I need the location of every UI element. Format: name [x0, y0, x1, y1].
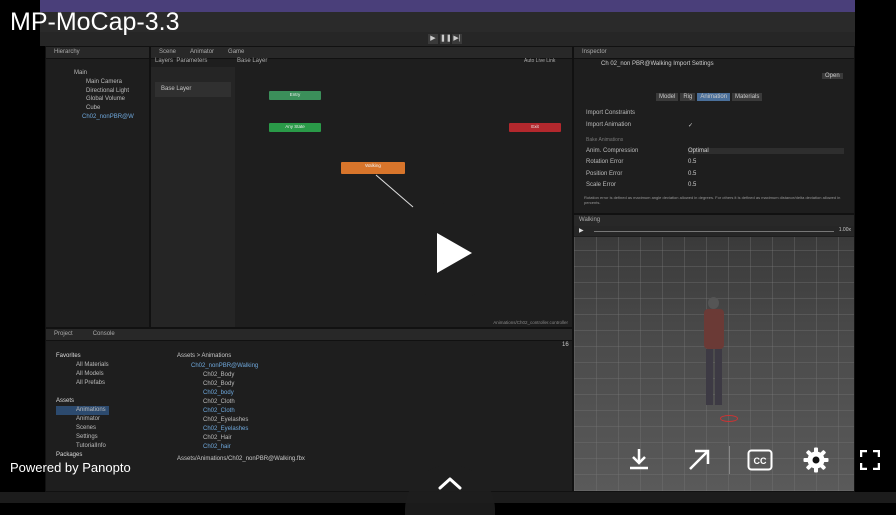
- assets-item[interactable]: Settings: [56, 433, 109, 442]
- scale-error-field[interactable]: 0.5: [688, 182, 696, 188]
- inspector-title: Ch 02_non PBR@Walking Import Settings: [601, 61, 714, 67]
- file-item[interactable]: Ch02_Eyelashes: [191, 425, 258, 434]
- hierarchy-item[interactable]: Global Volume: [74, 95, 134, 104]
- favorites-item[interactable]: All Prefabs: [56, 379, 109, 388]
- assets-item[interactable]: Animator: [56, 415, 109, 424]
- play-mode-button[interactable]: ▶: [428, 34, 438, 44]
- hierarchy-item[interactable]: Main: [74, 69, 134, 78]
- svg-text:CC: CC: [754, 456, 767, 466]
- animator-panel: Scene Animator Game Layers Parameters Ba…: [150, 46, 573, 328]
- file-item[interactable]: Ch02_Body: [191, 371, 258, 380]
- hierarchy-item[interactable]: Cube: [74, 104, 134, 113]
- hierarchy-item[interactable]: Ch02_nonPBR@W: [74, 113, 134, 122]
- section-label: Bake Animations: [586, 137, 624, 143]
- download-button[interactable]: [627, 447, 651, 471]
- fullscreen-icon: [859, 449, 881, 471]
- packages-header[interactable]: Packages: [56, 451, 109, 460]
- file-item[interactable]: Ch02_nonPBR@Walking: [191, 362, 258, 371]
- assets-item[interactable]: TutorialInfo: [56, 442, 109, 451]
- transition-arrow: [375, 174, 414, 208]
- settings-button[interactable]: [802, 446, 830, 474]
- origin-marker: [720, 415, 738, 422]
- divider: [729, 446, 730, 474]
- file-item[interactable]: Ch02_Cloth: [191, 398, 258, 407]
- file-item[interactable]: Ch02_Cloth: [191, 407, 258, 416]
- favorites-header[interactable]: Favorites: [56, 352, 109, 361]
- download-icon: [630, 449, 648, 470]
- step-mode-button[interactable]: ▶|: [452, 34, 462, 44]
- play-icon: [437, 233, 472, 273]
- assets-item[interactable]: Scenes: [56, 424, 109, 433]
- tab-model[interactable]: Model: [656, 93, 679, 101]
- video-title: MP-MoCap-3.3: [10, 8, 180, 36]
- row-label: Scale Error: [586, 182, 617, 188]
- pause-mode-button[interactable]: ❚❚: [440, 34, 452, 44]
- help-note: Rotation error is defined as maximum ang…: [584, 195, 841, 205]
- file-item[interactable]: Ch02_hair: [191, 443, 258, 452]
- share-button[interactable]: [686, 447, 712, 473]
- open-button[interactable]: Open: [822, 73, 843, 79]
- hierarchy-tab[interactable]: Hierarchy: [46, 47, 149, 59]
- row-label: Import Animation: [586, 122, 632, 128]
- inspector-panel: Inspector Ch 02_non PBR@Walking Import S…: [573, 46, 855, 214]
- assets-header[interactable]: Assets: [56, 397, 109, 406]
- row-label: Rotation Error: [586, 159, 624, 165]
- row-label: Position Error: [586, 171, 623, 177]
- rotation-error-field[interactable]: 0.5: [688, 159, 696, 165]
- row-label: Anim. Compression: [586, 148, 639, 154]
- fullscreen-button[interactable]: [859, 449, 881, 471]
- hierarchy-panel: Hierarchy Main Main Camera Directional L…: [45, 46, 150, 328]
- preview-play-button[interactable]: ▶: [579, 227, 584, 234]
- project-footer-path: Assets/Animations/Ch02_nonPBR@Walking.fb…: [177, 456, 305, 462]
- preview-speed: 1.00x: [838, 227, 851, 233]
- file-item[interactable]: Ch02_body: [191, 389, 258, 398]
- project-breadcrumb: Assets > Animations: [177, 353, 232, 359]
- captions-icon: CC: [747, 449, 773, 471]
- file-item[interactable]: Ch02_Body: [191, 380, 258, 389]
- hierarchy-item[interactable]: Main Camera: [74, 78, 134, 87]
- play-button[interactable]: [401, 203, 499, 301]
- controller-path: Animations/Ch02_controller.controller: [493, 320, 568, 325]
- character-model: [700, 297, 728, 427]
- file-item[interactable]: Ch02_Eyelashes: [191, 416, 258, 425]
- file-item[interactable]: Ch02_Hair: [191, 434, 258, 443]
- tab-animation[interactable]: Animation: [697, 93, 731, 101]
- import-animation-checkbox[interactable]: ✓: [688, 122, 693, 129]
- hierarchy-item[interactable]: Directional Light: [74, 87, 134, 96]
- chevron-up-icon: [438, 477, 462, 490]
- preview-timeline[interactable]: [594, 231, 834, 232]
- row-label: Import Constraints: [586, 110, 636, 116]
- expand-controls-button[interactable]: [405, 465, 495, 515]
- favorites-item[interactable]: All Models: [56, 370, 109, 379]
- compression-select[interactable]: Optimal: [688, 148, 844, 154]
- position-error-field[interactable]: 0.5: [688, 171, 696, 177]
- favorites-item[interactable]: All Materials: [56, 361, 109, 370]
- captions-button[interactable]: CC: [747, 449, 773, 471]
- powered-by-label[interactable]: Powered by Panopto: [10, 460, 131, 475]
- tab-rig[interactable]: Rig: [680, 93, 696, 101]
- asset-count: 16: [562, 342, 569, 348]
- tab-materials[interactable]: Materials: [732, 93, 763, 101]
- tab-project[interactable]: Project: [54, 329, 73, 340]
- share-arrow-icon: [689, 449, 710, 470]
- assets-item[interactable]: Animations: [56, 406, 109, 415]
- inspector-tab[interactable]: Inspector: [574, 47, 854, 59]
- gear-icon: [803, 447, 829, 473]
- tab-console[interactable]: Console: [93, 329, 115, 340]
